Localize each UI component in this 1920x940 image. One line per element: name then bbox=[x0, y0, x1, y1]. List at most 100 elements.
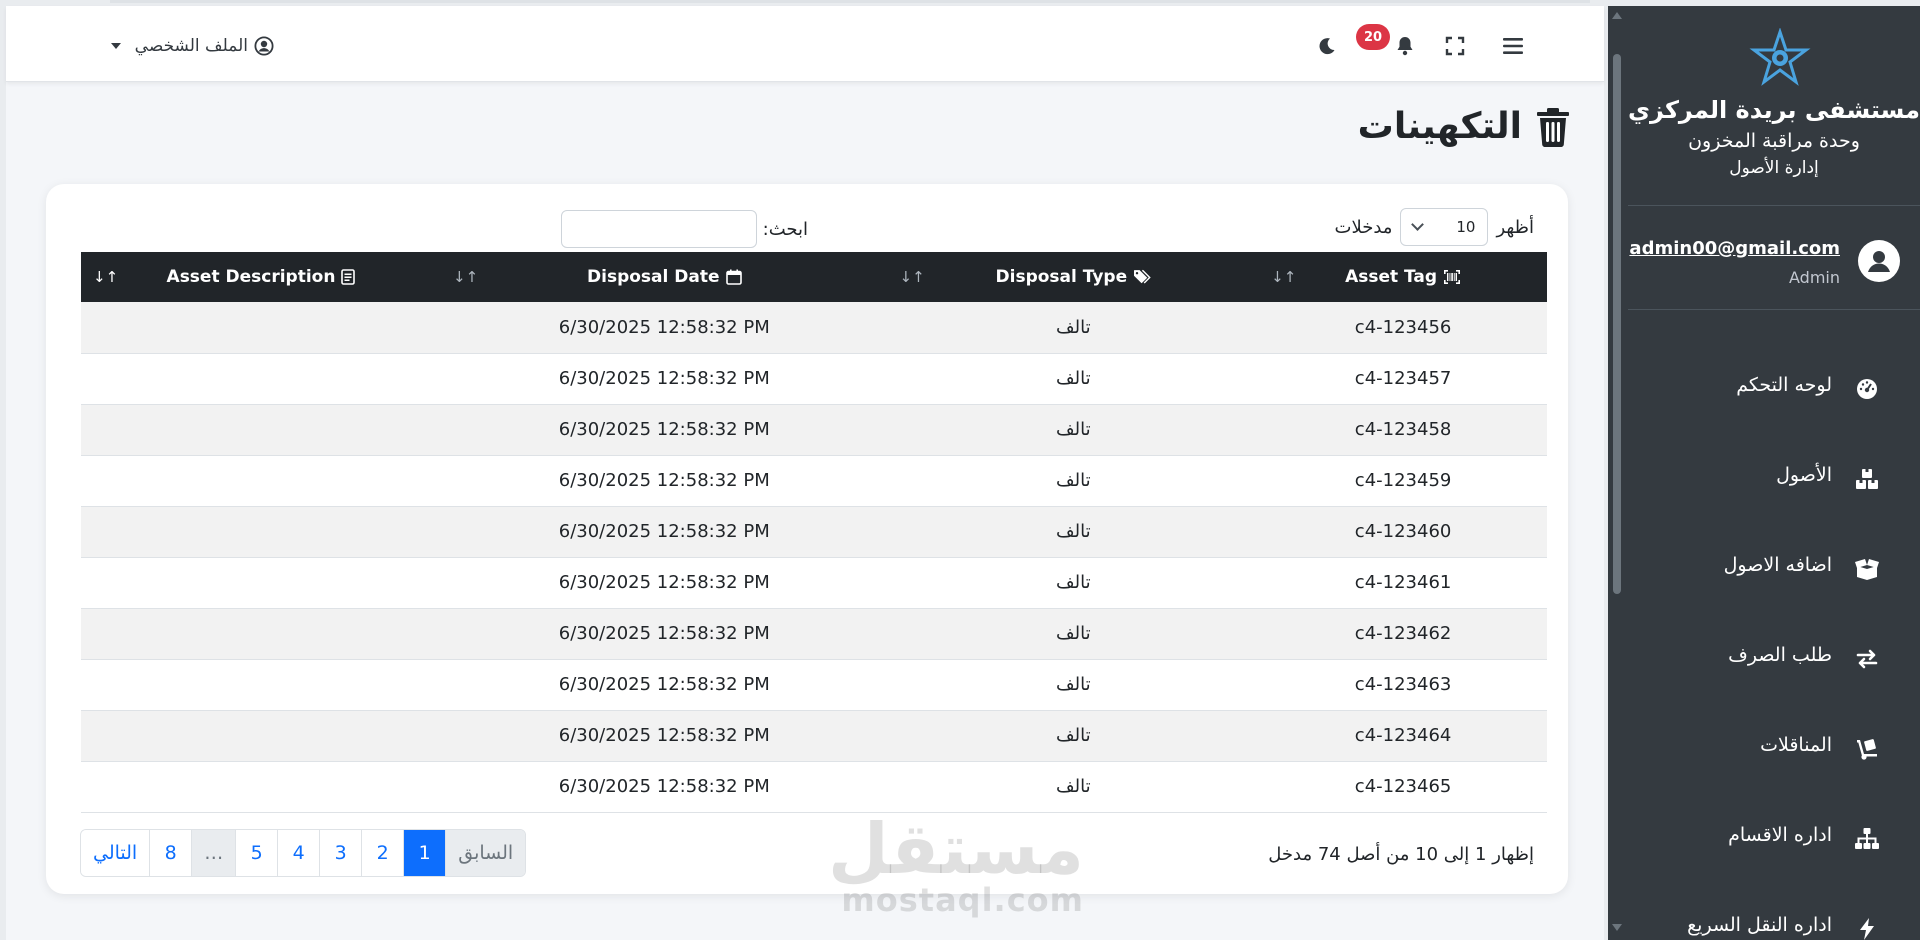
chevron-down-icon bbox=[1411, 218, 1425, 231]
column-header-asset-tag[interactable]: Asset Tag ↑↓ bbox=[1259, 252, 1547, 302]
table-row[interactable]: c4-123458 تالف 6/30/2025 12:58:32 PM bbox=[81, 404, 1547, 455]
hamburger-menu-button[interactable] bbox=[1500, 32, 1526, 60]
bolt-icon bbox=[1854, 916, 1880, 940]
sidebar-item-add-assets[interactable]: اضافه الاصول bbox=[1628, 540, 1920, 598]
asset-tag-cell: c4-123465 bbox=[1354, 776, 1452, 797]
asset-tag-cell: c4-123462 bbox=[1354, 623, 1452, 644]
disposal-date-cell: 6/30/2025 12:58:32 PM bbox=[558, 572, 770, 593]
sidebar-item-dashboard[interactable]: لوحه التحكم bbox=[1628, 360, 1920, 418]
table-row[interactable]: c4-123464 تالف 6/30/2025 12:58:32 PM bbox=[81, 710, 1547, 761]
page-title: التكهينات bbox=[1358, 106, 1570, 147]
pagination-previous-button: السابق bbox=[446, 830, 526, 876]
scroll-down-arrow-icon[interactable] bbox=[1612, 924, 1622, 931]
asset-tag-cell: c4-123464 bbox=[1354, 725, 1452, 746]
top-navbar: 20 الملف الشخصي bbox=[6, 6, 1604, 82]
column-header-disposal-type[interactable]: Disposal Type ↑↓ bbox=[888, 252, 1260, 302]
table-row[interactable]: c4-123465 تالف 6/30/2025 12:58:32 PM bbox=[81, 761, 1547, 812]
trash-icon bbox=[1537, 107, 1569, 147]
sort-arrows-icon: ↑↓ bbox=[1271, 268, 1297, 286]
sort-desc-icon: ↑↓ bbox=[93, 268, 119, 286]
table-header-row: Asset Tag ↑↓ Disposal Type ↑↓ Disposal D… bbox=[81, 252, 1547, 302]
table-row[interactable]: c4-123456 تالف 6/30/2025 12:58:32 PM bbox=[81, 302, 1547, 353]
disposal-date-cell: 6/30/2025 12:58:32 PM bbox=[558, 470, 770, 491]
column-header-disposal-date[interactable]: Disposal Date ↑↓ bbox=[441, 252, 888, 302]
box-open-icon bbox=[1854, 556, 1880, 582]
table-row[interactable]: c4-123463 تالف 6/30/2025 12:58:32 PM bbox=[81, 659, 1547, 710]
barcode-icon bbox=[1444, 270, 1461, 284]
bell-icon bbox=[1397, 37, 1413, 56]
fullscreen-button[interactable] bbox=[1442, 32, 1468, 60]
sidebar-item-label: الأصول bbox=[1776, 464, 1832, 486]
asset-tag-cell: c4-123461 bbox=[1354, 572, 1452, 593]
brand-department: إدارة الأصول bbox=[1729, 158, 1819, 178]
disposals-table: Asset Tag ↑↓ Disposal Type ↑↓ Disposal D… bbox=[81, 252, 1547, 813]
sidebar: مستشفى بريدة المركزي وحدة مراقبة المخزون… bbox=[1608, 6, 1920, 940]
notification-count-badge: 20 bbox=[1356, 24, 1390, 50]
pagination-page-1[interactable]: 1 bbox=[404, 830, 447, 876]
asset-tag-cell: c4-123459 bbox=[1354, 470, 1452, 491]
asset-description-cell bbox=[81, 506, 441, 557]
disposal-date-cell: 6/30/2025 12:58:32 PM bbox=[558, 368, 770, 389]
pagination-page-2[interactable]: 2 bbox=[362, 830, 405, 876]
sort-arrows-icon: ↑↓ bbox=[899, 268, 925, 286]
sitemap-icon bbox=[1854, 826, 1880, 852]
asset-tag-cell: c4-123456 bbox=[1354, 316, 1452, 338]
sidebar-item-assets[interactable]: الأصول bbox=[1628, 450, 1920, 508]
pagination-page-8[interactable]: 8 bbox=[150, 830, 193, 876]
sidebar-scrollbar[interactable] bbox=[1608, 24, 1626, 926]
pagination-page-3[interactable]: 3 bbox=[320, 830, 363, 876]
scrollbar-thumb[interactable] bbox=[1613, 54, 1621, 594]
search-input[interactable] bbox=[560, 210, 757, 248]
page-length-control: أظهر 10 مدخلات bbox=[1335, 208, 1534, 246]
profile-label: الملف الشخصي bbox=[134, 36, 248, 56]
disposal-type-cell: تالف bbox=[1056, 674, 1091, 695]
notifications-button[interactable] bbox=[1392, 32, 1418, 60]
disposal-type-cell: تالف bbox=[1056, 725, 1091, 746]
table-row[interactable]: c4-123462 تالف 6/30/2025 12:58:32 PM bbox=[81, 608, 1547, 659]
tags-icon bbox=[1134, 269, 1151, 284]
sidebar-item-quick-transfer[interactable]: اداره النقل السريع bbox=[1628, 900, 1920, 940]
bars-icon bbox=[1503, 38, 1523, 54]
sidebar-item-transfers[interactable]: المناقلات bbox=[1628, 720, 1920, 778]
disposal-type-cell: تالف bbox=[1056, 623, 1091, 644]
page-title-text: التكهينات bbox=[1357, 106, 1522, 147]
sidebar-item-label: اضافه الاصول bbox=[1723, 554, 1832, 576]
avatar[interactable] bbox=[1858, 240, 1900, 282]
sidebar-item-label: اداره النقل السريع bbox=[1687, 914, 1832, 936]
asset-tag-cell: c4-123457 bbox=[1354, 368, 1452, 389]
profile-dropdown[interactable]: الملف الشخصي bbox=[84, 32, 274, 60]
asset-description-cell bbox=[81, 659, 441, 710]
column-label: Asset Tag bbox=[1345, 267, 1438, 287]
pagination-page-5[interactable]: 5 bbox=[236, 830, 279, 876]
disposal-date-cell: 6/30/2025 12:58:32 PM bbox=[558, 419, 770, 440]
table-row[interactable]: c4-123461 تالف 6/30/2025 12:58:32 PM bbox=[81, 557, 1547, 608]
main-content: 20 الملف الشخصي التكهينات أظهر 10 مدخلات… bbox=[6, 6, 1604, 940]
column-label: Disposal Type bbox=[995, 267, 1128, 287]
sidebar-item-label: طلب الصرف bbox=[1728, 644, 1832, 666]
disposals-card: أظهر 10 مدخلات ابحث: Asset Tag ↑↓ Dispos… bbox=[46, 184, 1568, 894]
pagination-next-button[interactable]: التالي bbox=[81, 830, 151, 876]
sidebar-brand[interactable]: مستشفى بريدة المركزي وحدة مراقبة المخزون… bbox=[1628, 6, 1920, 206]
asset-description-cell bbox=[81, 353, 441, 404]
pagination-page-4[interactable]: 4 bbox=[278, 830, 321, 876]
column-header-asset-description[interactable]: Asset Description ↑↓ bbox=[81, 252, 441, 302]
table-row[interactable]: c4-123457 تالف 6/30/2025 12:58:32 PM bbox=[81, 353, 1547, 404]
table-row[interactable]: c4-123459 تالف 6/30/2025 12:58:32 PM bbox=[81, 455, 1547, 506]
dark-mode-toggle[interactable] bbox=[1314, 32, 1340, 60]
page-length-select[interactable]: 10 bbox=[1400, 208, 1489, 246]
table-row[interactable]: c4-123460 تالف 6/30/2025 12:58:32 PM bbox=[81, 506, 1547, 557]
calendar-icon bbox=[725, 269, 742, 285]
moon-icon bbox=[1319, 38, 1335, 55]
disposal-type-cell: تالف bbox=[1056, 572, 1091, 593]
sidebar-item-issue-requests[interactable]: طلب الصرف bbox=[1628, 630, 1920, 688]
disposal-type-cell: تالف bbox=[1056, 776, 1091, 797]
file-text-icon bbox=[341, 269, 356, 285]
sidebar-item-label: اداره الاقسام bbox=[1728, 824, 1832, 846]
scroll-up-arrow-icon[interactable] bbox=[1612, 12, 1622, 19]
sidebar-item-departments[interactable]: اداره الاقسام bbox=[1628, 810, 1920, 868]
disposal-type-cell: تالف bbox=[1056, 470, 1091, 491]
column-label: Asset Description bbox=[166, 267, 336, 287]
asset-description-cell bbox=[81, 608, 441, 659]
user-email-link[interactable]: admin00@gmail.com bbox=[1629, 238, 1840, 259]
asset-description-cell bbox=[81, 455, 441, 506]
